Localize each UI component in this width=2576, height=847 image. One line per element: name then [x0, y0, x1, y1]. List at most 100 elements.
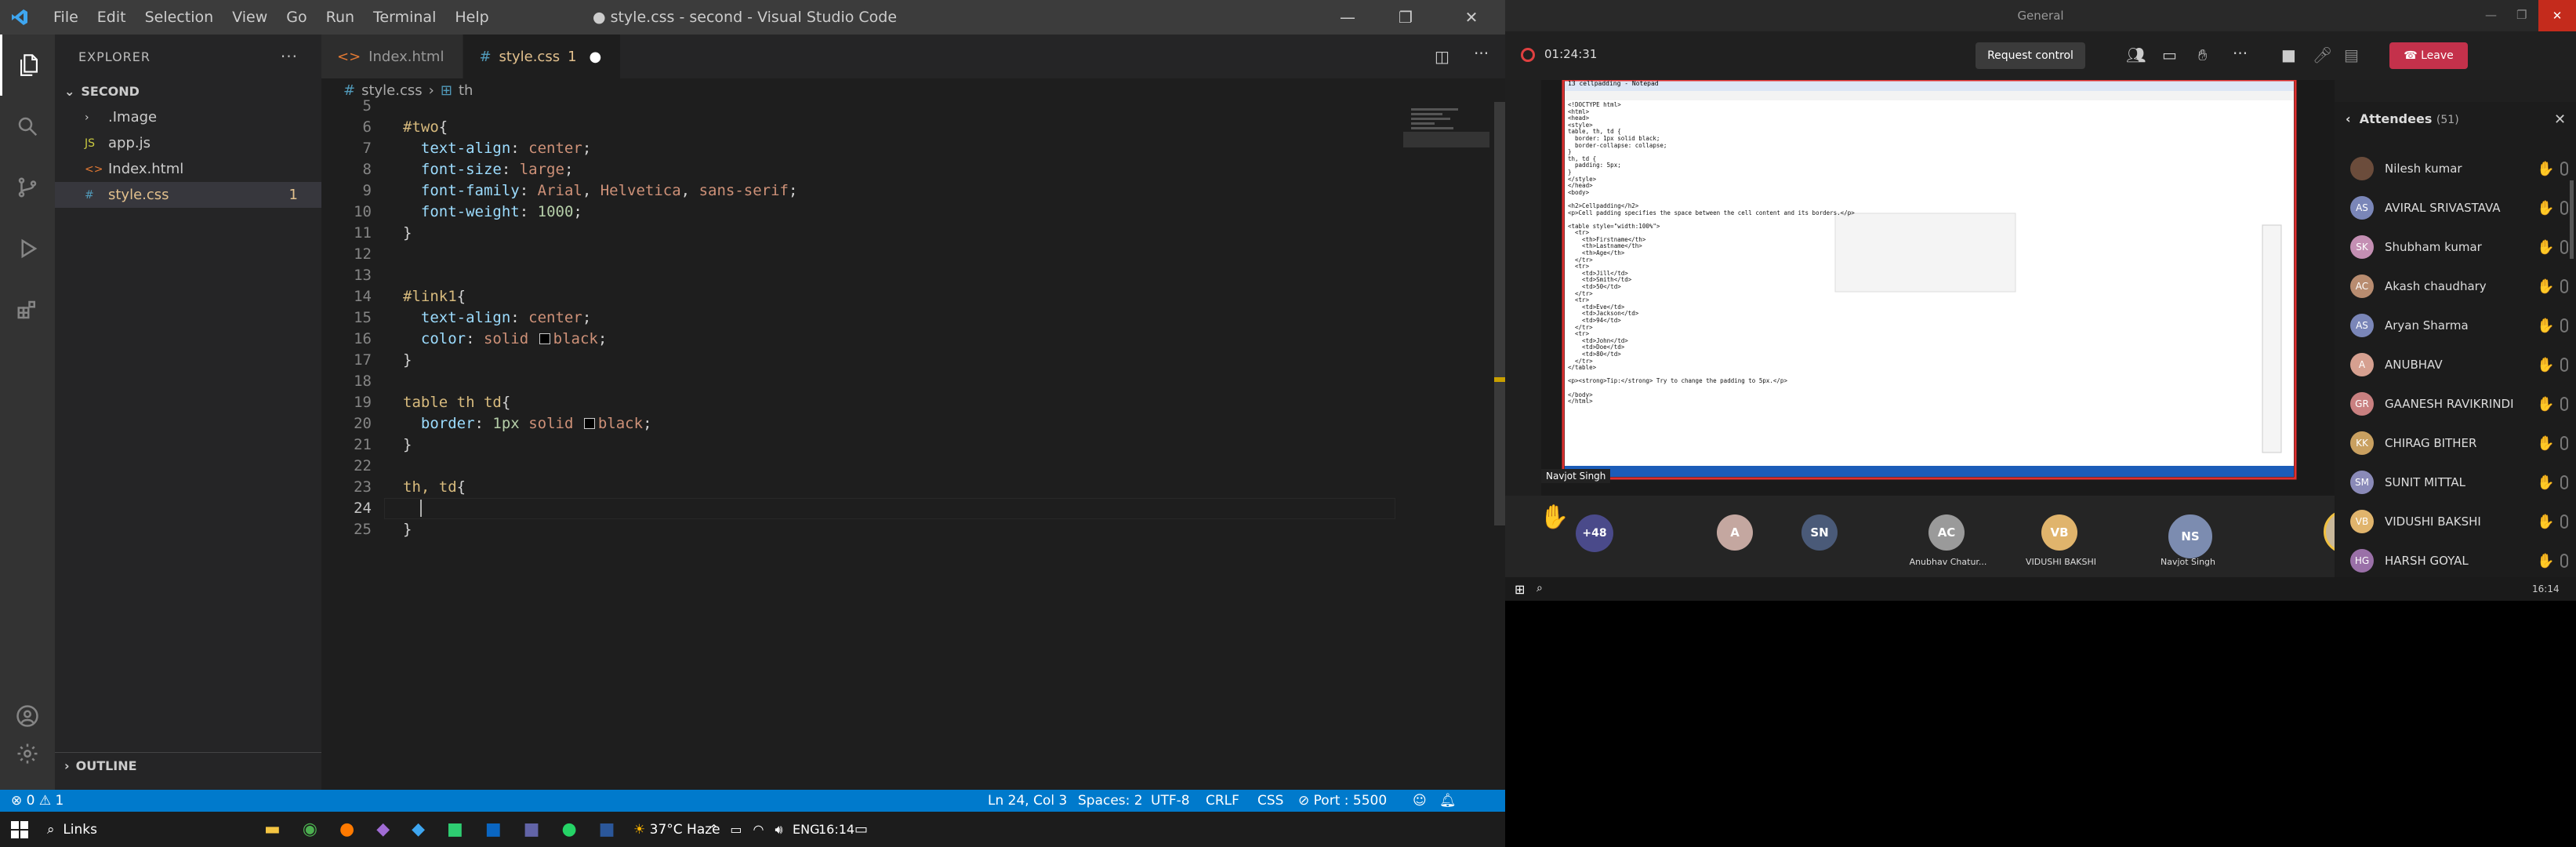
editor-scrollbar[interactable] [1489, 102, 1505, 790]
tab-style-css[interactable]: # style.css 1 ● [463, 35, 622, 78]
code-line[interactable]: #link1{ [403, 288, 466, 305]
run-debug-icon[interactable] [0, 218, 55, 279]
live-server-port[interactable]: ⊘ Port : 5500 [1298, 790, 1387, 812]
linkedin-icon[interactable]: ■ [485, 820, 502, 839]
more-actions-icon[interactable]: ··· [281, 47, 298, 66]
minimize-button[interactable]: — [2485, 8, 2497, 22]
attendee-row[interactable]: Nilesh kumar ✋ [2350, 149, 2576, 188]
code-line[interactable]: } [403, 436, 412, 453]
restore-button[interactable]: ❐ [2516, 8, 2527, 22]
pycharm-icon[interactable]: ■ [447, 820, 463, 839]
breadcrumb-symbol[interactable]: th [459, 82, 473, 99]
taskbar-search[interactable]: ⌕ Links [47, 812, 97, 847]
chevron-up-icon[interactable]: ⌃ [709, 822, 719, 837]
menu-help[interactable]: Help [445, 9, 498, 26]
close-panel-icon[interactable]: ✕ [2554, 111, 2566, 128]
folder-second[interactable]: ⌄ SECOND [55, 78, 321, 104]
teams-icon[interactable]: ■ [524, 820, 540, 839]
line-ending[interactable]: CRLF [1206, 790, 1239, 812]
extensions-icon[interactable] [0, 279, 55, 340]
attendee-row[interactable]: HG HARSH GOYAL ✋ [2350, 541, 2576, 580]
unsaved-dot-icon[interactable]: ● [590, 49, 602, 65]
menu-edit[interactable]: Edit [88, 9, 136, 26]
file-stylecss[interactable]: # style.css 1 [55, 182, 321, 208]
file-explorer-icon[interactable]: ▬ [264, 820, 281, 839]
menu-file[interactable]: File [44, 9, 88, 26]
participant-avatar[interactable]: VB [2041, 514, 2077, 551]
language-indicator[interactable]: ENG [793, 812, 819, 847]
camera-icon[interactable]: ■ [2281, 45, 2296, 64]
attendees-scrollbar[interactable] [2570, 180, 2574, 259]
attendee-row[interactable]: AS Aryan Sharma ✋ [2350, 306, 2576, 345]
close-button[interactable]: ✕ [1442, 0, 1500, 35]
attendee-row[interactable]: KK CHIRAG BITHER ✋ [2350, 424, 2576, 463]
menu-selection[interactable]: Selection [136, 9, 223, 26]
code-line[interactable]: table th td{ [403, 394, 510, 411]
layout-icon[interactable] [784, 0, 831, 35]
split-editor-icon[interactable]: ◫ [1435, 47, 1449, 66]
close-button[interactable]: ✕ [2538, 0, 2576, 31]
minimize-button[interactable]: — [1319, 0, 1377, 35]
visual-studio-icon[interactable]: ◆ [376, 820, 390, 839]
wifi-icon[interactable]: ◠ [753, 822, 764, 837]
code-line[interactable]: border: 1px solid black; [403, 415, 652, 432]
encoding[interactable]: UTF-8 [1151, 790, 1190, 812]
code-line[interactable]: #two{ [403, 118, 448, 136]
chat-icon[interactable]: ▭ [2162, 45, 2177, 64]
attendee-row[interactable]: AS AVIRAL SRIVASTAVA ✋ [2350, 188, 2576, 227]
search-icon[interactable] [0, 96, 55, 157]
whatsapp-icon[interactable]: ● [561, 820, 576, 839]
language-mode[interactable]: CSS [1257, 790, 1283, 812]
explorer-icon[interactable] [0, 35, 55, 96]
menu-view[interactable]: View [223, 9, 277, 26]
code-line[interactable]: font-weight: 1000; [403, 203, 582, 220]
more-icon[interactable]: ··· [2233, 44, 2248, 63]
indentation[interactable]: Spaces: 2 [1078, 790, 1143, 812]
code-line[interactable]: color: solid black; [403, 330, 607, 347]
participant-avatar[interactable]: A [1717, 514, 1753, 551]
notification-icon[interactable]: ▭ [854, 812, 868, 847]
file-indexhtml[interactable]: <> Index.html [55, 156, 321, 182]
weather-widget[interactable]: ☀︎ 37°C Haze [633, 812, 720, 847]
feedback-icon[interactable]: ☺ [1413, 790, 1427, 812]
taskbar-clock[interactable]: 16:14 [818, 812, 854, 847]
code-line[interactable]: font-family: Arial, Helvetica, sans-seri… [403, 182, 798, 199]
minimap[interactable] [1403, 102, 1489, 790]
windows-start-icon[interactable] [11, 812, 28, 847]
attendee-row[interactable]: GR GAANESH RAVIKRINDI ✋ [2350, 384, 2576, 424]
menu-run[interactable]: Run [317, 9, 364, 26]
chevron-left-icon[interactable]: ‹ [2346, 111, 2360, 126]
restore-button[interactable]: ❐ [1377, 0, 1435, 35]
chrome-icon[interactable]: ◉ [303, 820, 317, 839]
code-line[interactable]: } [403, 521, 412, 538]
menu-go[interactable]: Go [277, 9, 316, 26]
code-line[interactable]: font-size: large; [403, 161, 574, 178]
code-line[interactable]: } [403, 224, 412, 242]
leave-button[interactable]: ☎︎ Leave [2389, 42, 2468, 69]
attendee-row[interactable]: SM SUNIT MITTAL ✋ [2350, 463, 2576, 502]
outline-section[interactable]: › OUTLINE [55, 752, 321, 778]
attendee-row[interactable]: VB VIDUSHI BAKSHI ✋ [2350, 502, 2576, 541]
battery-icon[interactable]: ▭ [730, 822, 742, 837]
attendee-row[interactable]: SK Shubham kumar ✋ [2350, 227, 2576, 267]
participant-avatar[interactable]: AC [1928, 514, 1965, 551]
code-line[interactable]: } [403, 351, 412, 369]
more-actions-icon[interactable]: ··· [1474, 44, 1489, 63]
participant-avatar[interactable]: SN [1801, 514, 1838, 551]
code-line[interactable]: text-align: center; [403, 140, 591, 157]
problems-indicator[interactable]: ⊗ 0 ⚠ 1 [11, 790, 63, 812]
notifications-icon[interactable]: 🔔︎ [1439, 790, 1457, 812]
code-line[interactable]: text-align: center; [403, 309, 591, 326]
word-icon[interactable]: ■ [599, 820, 615, 839]
source-control-icon[interactable] [0, 157, 55, 218]
attendee-row[interactable]: A ANUBHAV ✋ [2350, 345, 2576, 384]
file-image[interactable]: › .Image [55, 104, 321, 130]
breadcrumb-file[interactable]: style.css [361, 82, 423, 99]
volume-icon[interactable]: 🔊︎ [775, 822, 783, 838]
share-icon[interactable]: ▤ [2344, 45, 2359, 64]
tab-index-html[interactable]: <> Index.html [321, 35, 464, 78]
attendee-row[interactable]: AC Akash chaudhary ✋ [2350, 267, 2576, 306]
file-appjs[interactable]: JS app.js [55, 130, 321, 156]
firefox-icon[interactable]: ● [339, 820, 354, 839]
vscode-icon[interactable]: ◆ [412, 820, 425, 839]
